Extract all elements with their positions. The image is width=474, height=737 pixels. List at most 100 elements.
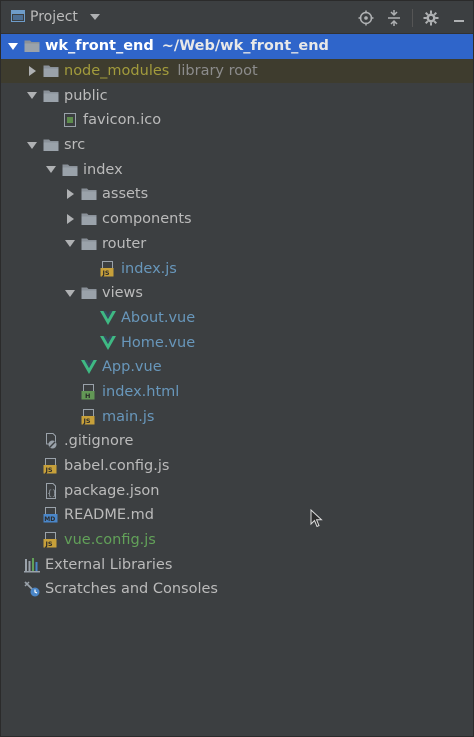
tree-item-name: wk_front_end <box>45 38 154 55</box>
tree-row[interactable]: router <box>1 232 473 257</box>
svg-text:JS: JS <box>45 540 53 548</box>
tree-item-label: External Libraries <box>45 557 172 573</box>
chevron-down-icon[interactable] <box>45 164 57 176</box>
tree-item-name: index <box>83 161 123 178</box>
tree-item-name: README.md <box>64 507 154 524</box>
tree-item-name: node_modules <box>64 63 170 80</box>
tree-row[interactable]: MD README.md <box>1 503 473 528</box>
folder-icon <box>43 137 59 153</box>
svg-text:JS: JS <box>83 417 91 425</box>
tree-item-label: index <box>83 162 123 178</box>
tree-row[interactable]: JS babel.config.js <box>1 454 473 479</box>
tree-row[interactable]: node_modules library root <box>1 58 473 84</box>
tree-item-name: views <box>102 285 143 302</box>
tree-item-label: index.js <box>121 261 177 277</box>
tree-item-label: package.json <box>64 483 159 499</box>
locate-icon[interactable] <box>352 4 380 32</box>
tree-row[interactable]: App.vue <box>1 355 473 380</box>
tree-item-name: App.vue <box>102 359 162 376</box>
chevron-down-icon[interactable] <box>64 238 76 250</box>
tree-item-label: node_modules library root <box>64 63 258 79</box>
folder-icon <box>81 285 97 301</box>
tree-item-label: src <box>64 137 85 153</box>
collapse-all-icon[interactable] <box>380 4 408 32</box>
scratches-icon <box>24 581 40 597</box>
tree-row[interactable]: Hindex.html <box>1 380 473 405</box>
tree-item-path: ~/Web/wk_front_end <box>161 38 329 55</box>
tree-row[interactable]: {} package.json <box>1 478 473 503</box>
project-view-icon <box>11 8 25 27</box>
folder-icon <box>43 63 59 79</box>
chevron-right-icon[interactable] <box>64 213 76 225</box>
folder-icon <box>81 236 97 252</box>
html-file-icon: H <box>81 383 97 400</box>
tree-row[interactable]: public <box>1 83 473 108</box>
tree-row[interactable]: favicon.ico <box>1 108 473 133</box>
svg-text:JS: JS <box>45 466 53 474</box>
svg-text:H: H <box>85 392 90 400</box>
tree-row[interactable]: index <box>1 157 473 182</box>
tree-item-label: babel.config.js <box>64 458 169 474</box>
tree-row[interactable]: JS main.js <box>1 404 473 429</box>
tree-item-label: wk_front_end ~/Web/wk_front_end <box>45 38 329 54</box>
tree-item-name: index.html <box>102 383 180 400</box>
header-actions <box>352 1 473 34</box>
project-view-selector[interactable]: Project <box>1 1 100 33</box>
tree-row[interactable]: Home.vue <box>1 330 473 355</box>
vue-file-icon <box>81 359 97 375</box>
tree-item-name: External Libraries <box>45 556 173 573</box>
folder-icon <box>43 88 59 104</box>
chevron-down-icon[interactable] <box>26 139 38 151</box>
svg-text:JS: JS <box>102 269 110 277</box>
chevron-down-icon[interactable] <box>64 287 76 299</box>
tree-item-label: Scratches and Consoles <box>45 581 218 597</box>
chevron-right-icon[interactable] <box>64 188 76 200</box>
project-tree: wk_front_end ~/Web/wk_front_end node_modul… <box>1 34 473 602</box>
tree-row[interactable]: JS vue.config.js <box>1 528 473 553</box>
tree-item-name: package.json <box>64 482 160 499</box>
gitignore-file-icon <box>43 433 59 449</box>
chevron-right-icon[interactable] <box>26 65 38 77</box>
tree-row[interactable]: Scratches and Consoles <box>1 577 473 602</box>
tree-item-label: views <box>102 285 143 301</box>
vue-file-icon <box>100 310 116 326</box>
tree-row[interactable]: assets <box>1 182 473 207</box>
tree-row[interactable]: wk_front_end ~/Web/wk_front_end <box>1 34 473 59</box>
hide-icon[interactable] <box>445 4 473 32</box>
tree-item-label: README.md <box>64 507 154 523</box>
tree-item-name: assets <box>102 186 149 203</box>
json-file-icon: {} <box>43 482 59 499</box>
tree-row[interactable]: src <box>1 133 473 158</box>
external-libraries-icon <box>24 557 40 573</box>
tree-item-name: .gitignore <box>64 433 134 450</box>
tree-item-label: main.js <box>102 409 154 425</box>
chevron-down-icon[interactable] <box>26 90 38 102</box>
tree-item-label: assets <box>102 186 148 202</box>
folder-icon <box>24 38 40 54</box>
tree-item-label: favicon.ico <box>83 112 161 128</box>
settings-icon[interactable] <box>417 4 445 32</box>
project-tool-window: Project wk_front_end ~/Web/wk_front_end … <box>0 0 474 737</box>
tree-row[interactable]: components <box>1 207 473 232</box>
tree-item-name: router <box>102 235 147 252</box>
tree-row[interactable]: JS index.js <box>1 256 473 281</box>
tree-row[interactable]: .gitignore <box>1 429 473 454</box>
tree-item-path: library root <box>177 63 258 80</box>
folder-icon <box>81 211 97 227</box>
js-file-icon: JS <box>43 532 59 548</box>
tree-row[interactable]: views <box>1 281 473 306</box>
tree-row[interactable]: About.vue <box>1 306 473 331</box>
chevron-down-icon[interactable] <box>7 40 19 52</box>
tree-item-label: .gitignore <box>64 433 133 449</box>
tree-item-label: components <box>102 211 192 227</box>
image-file-icon <box>62 112 78 128</box>
tree-item-name: index.js <box>121 260 177 277</box>
chevron-down-icon <box>89 14 100 20</box>
tree-item-label: router <box>102 236 146 252</box>
folder-icon <box>62 162 78 178</box>
tree-row[interactable]: External Libraries <box>1 552 473 577</box>
folder-icon <box>81 186 97 202</box>
tree-item-name: About.vue <box>121 309 196 326</box>
js-file-icon: JS <box>43 458 59 474</box>
markdown-file-icon: MD <box>43 507 59 523</box>
